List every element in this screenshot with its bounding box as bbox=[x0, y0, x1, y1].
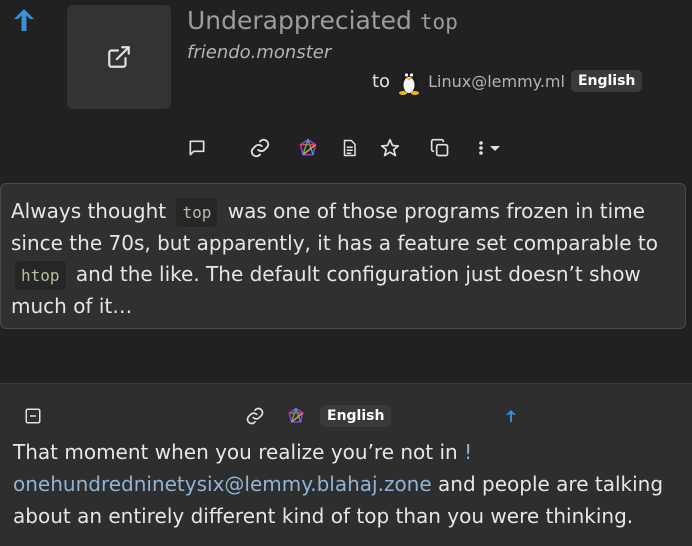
comment-icon bbox=[189, 140, 205, 156]
post-title-code: top bbox=[419, 10, 458, 34]
external-link-icon bbox=[108, 46, 130, 68]
post-title-text: Underappreciated bbox=[187, 6, 412, 35]
post-title[interactable]: Underappreciated top bbox=[187, 6, 458, 35]
inline-code-htop: htop bbox=[15, 261, 66, 290]
collapse-comment-button[interactable] bbox=[24, 404, 42, 428]
community-row: to Linux@lemmy.ml English bbox=[372, 66, 643, 96]
more-icon bbox=[479, 141, 483, 155]
community-mention-bang[interactable]: ! bbox=[464, 440, 472, 464]
post-domain[interactable]: friendo.monster bbox=[187, 42, 331, 63]
minus-square-icon bbox=[25, 408, 41, 424]
link-icon bbox=[246, 407, 264, 425]
comment: English That moment when you realize you… bbox=[0, 383, 692, 546]
comment-text-1: That moment when you realize you’re not … bbox=[13, 440, 458, 464]
fediverse-icon bbox=[299, 138, 317, 156]
save-button[interactable] bbox=[379, 136, 401, 160]
comment-button[interactable] bbox=[186, 136, 208, 160]
language-badge: English bbox=[570, 70, 643, 92]
inline-code-top: top bbox=[176, 198, 218, 227]
community-link[interactable]: Linux@lemmy.ml bbox=[428, 72, 565, 91]
tux-icon bbox=[399, 71, 420, 95]
comment-language-badge: English bbox=[320, 405, 392, 427]
source-icon bbox=[343, 139, 356, 157]
comment-link-button[interactable] bbox=[245, 404, 265, 428]
star-icon bbox=[380, 138, 400, 157]
crosspost-button[interactable] bbox=[429, 136, 451, 160]
to-label: to bbox=[372, 70, 391, 92]
post-body-text-1: Always thought bbox=[11, 199, 167, 223]
post-body: Always thought top was one of those prog… bbox=[0, 183, 686, 329]
fediverse-button[interactable] bbox=[297, 136, 319, 160]
post-body-text-3: and the like. The default configuration … bbox=[11, 262, 641, 318]
more-menu-button[interactable] bbox=[472, 136, 506, 160]
comment-upvote-button[interactable] bbox=[504, 404, 518, 428]
comment-language-wrap: English bbox=[320, 404, 392, 428]
fediverse-icon bbox=[288, 407, 304, 423]
view-source-button[interactable] bbox=[338, 136, 360, 160]
copy-icon bbox=[430, 138, 449, 157]
post-thumbnail[interactable] bbox=[67, 5, 171, 109]
arrow-up-icon bbox=[506, 410, 516, 422]
comment-toolbar: English bbox=[0, 404, 692, 430]
upvote-button[interactable] bbox=[10, 6, 38, 34]
community-mention-link[interactable]: onehundredninetysix@lemmy.blahaj.zone bbox=[13, 472, 432, 496]
comment-fediverse-button[interactable] bbox=[287, 404, 305, 428]
caret-down-icon bbox=[490, 146, 500, 151]
comment-text: That moment when you realize you’re not … bbox=[13, 436, 681, 532]
link-button[interactable] bbox=[249, 136, 271, 160]
arrow-up-icon bbox=[14, 9, 34, 31]
link-icon bbox=[250, 138, 270, 158]
